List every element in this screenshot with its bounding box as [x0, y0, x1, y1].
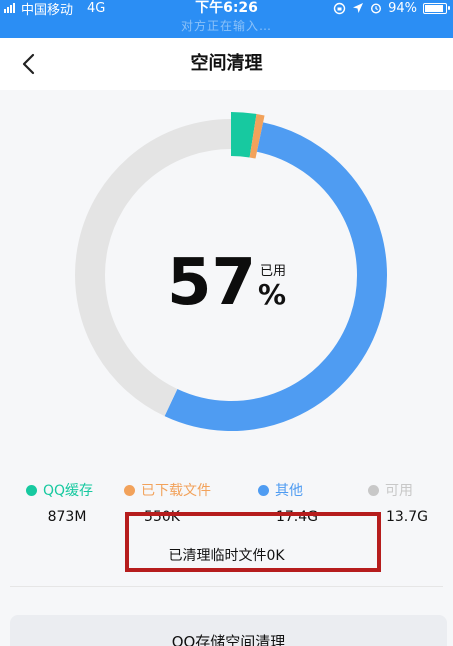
qq-cache-dot [26, 484, 37, 496]
other-dot [258, 484, 269, 496]
battery-percent: 94% [388, 0, 417, 16]
percent-sign: % [258, 278, 287, 311]
legend-value-qq-cache: 873M [47, 509, 87, 525]
available-dot [368, 484, 379, 496]
legend-qq-cache: QQ缓存 [26, 480, 93, 500]
usage-percent: 57 已用 % [150, 238, 310, 328]
status-bar: 中国移动 4G 下午6:26 94% 对方正在输入… [0, 0, 453, 38]
nav-bar: 空间清理 [0, 38, 453, 90]
usage-percent-number: 57 [167, 246, 257, 320]
legend-label: 已下载文件 [141, 483, 211, 499]
qq-storage-cleanup-button[interactable]: QQ存储空间清理 [10, 615, 447, 646]
status-right: 94% [333, 0, 450, 16]
screen: 中国移动 4G 下午6:26 94% 对方正在输入… 空间清理 57 已用 % … [0, 0, 453, 646]
highlight-annotation-box [125, 512, 381, 572]
legend-other: 其他 [258, 480, 303, 500]
alarm-icon [371, 3, 382, 14]
downloaded-files-segment [249, 114, 265, 159]
qq-cache-segment [230, 112, 257, 158]
legend-label: QQ缓存 [43, 483, 94, 499]
location-arrow-icon [353, 3, 364, 13]
legend-label: 其他 [275, 483, 303, 499]
legend-label: 可用 [385, 483, 413, 499]
battery-icon [423, 2, 450, 14]
qq-storage-cleanup-label: QQ存储空间清理 [171, 633, 286, 646]
downloaded-files-dot [124, 484, 135, 496]
typing-status: 对方正在输入… [180, 19, 272, 33]
legend-available: 可用 [368, 480, 413, 500]
used-label: 已用 [260, 264, 287, 279]
divider [10, 586, 443, 587]
lock-rotation-icon [333, 2, 346, 14]
legend-downloaded-files: 已下载文件 [124, 480, 211, 500]
page-title: 空间清理 [190, 53, 263, 74]
